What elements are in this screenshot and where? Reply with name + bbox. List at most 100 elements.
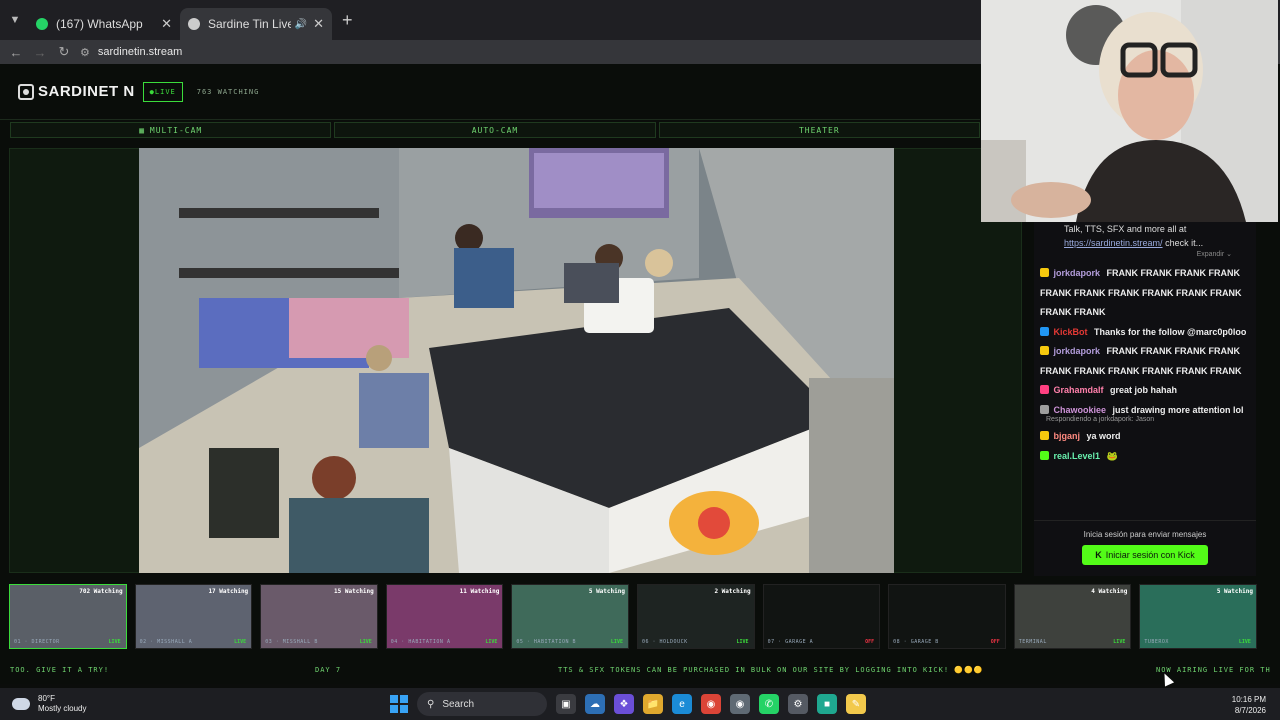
camera-thumbnail[interactable]: 4 Watching TERMINAL LIVE [1013, 584, 1132, 649]
close-tab-icon[interactable]: ✕ [161, 16, 172, 32]
badge-icon [1040, 450, 1049, 460]
main-video-feed[interactable] [139, 148, 894, 573]
tab-search-icon[interactable]: ▼ [2, 7, 28, 33]
weather-widget[interactable]: 80°F Mostly cloudy [8, 694, 87, 714]
camera-thumbnail[interactable]: 5 Watching 05 · HABITATION B LIVE [511, 584, 629, 649]
chat-text: Thanks for the follow @marc0p0loo [1094, 326, 1247, 337]
thumbnail-status: LIVE [736, 639, 749, 645]
kitchen-scene-image [139, 148, 894, 573]
site-settings-icon[interactable]: ⚙ [80, 46, 90, 59]
ticker-middle: TTS & SFX TOKENS CAN BE PURCHASED IN BUL… [558, 666, 984, 674]
subscriber-badge-icon [1040, 431, 1049, 440]
camera-thumbnail[interactable]: 07 · GARAGE A OFF [762, 584, 881, 649]
theater-button[interactable]: THEATER [658, 122, 980, 138]
chrome-profile-icon[interactable]: ◉ [730, 694, 750, 714]
chat-username[interactable]: Chawookiee [1054, 405, 1107, 415]
thumbnail-name: 08 · GARAGE B [893, 639, 939, 645]
whatsapp-icon[interactable]: ✆ [759, 694, 779, 714]
settings-gear-icon[interactable]: ⚙ [788, 694, 808, 714]
file-explorer-icon[interactable]: 📁 [643, 694, 663, 714]
chat-message: jorkdapork FRANK FRANK FRANK FRANK FRANK… [1034, 264, 1256, 323]
sardine-favicon-icon [188, 18, 200, 30]
thumbnail-status: LIVE [1113, 639, 1126, 645]
tab-whatsapp[interactable]: (167) WhatsApp ✕ [28, 8, 180, 40]
whatsapp-favicon-icon [36, 18, 48, 30]
ticker-left: TOO. GIVE IT A TRY! [10, 666, 110, 674]
close-tab-icon[interactable]: ✕ [313, 16, 324, 32]
url-field[interactable]: ⚙ sardinetin.stream [80, 46, 182, 59]
thumbnail-status: LIVE [610, 639, 623, 645]
system-clock[interactable]: 10:16 PM 8/7/2026 [1232, 694, 1266, 716]
logo-icon [18, 83, 34, 100]
speaker-icon[interactable]: 🔊 [295, 19, 307, 30]
expand-button[interactable]: Expandir ⌄ [1034, 250, 1256, 258]
thumbnail-watching: 5 Watching [588, 588, 625, 595]
thumbnail-name: 07 · GARAGE A [767, 639, 814, 645]
tab-sardine-tin[interactable]: Sardine Tin Live - All Rooms 🔊 ✕ [180, 8, 332, 40]
thumbnail-watching: 2 Watching [714, 588, 751, 595]
thumbnail-name: 04 · HABITATION A [390, 639, 451, 645]
signin-kick-button[interactable]: K Iniciar sesión con Kick [1082, 545, 1208, 565]
multi-cam-button[interactable]: ▦ MULTI-CAM [10, 122, 332, 138]
thumbnail-status: LIVE [1238, 639, 1251, 645]
chat-username[interactable]: KickBot [1054, 327, 1088, 337]
chat-username[interactable]: bjganj [1054, 431, 1081, 441]
widgets-icon[interactable]: ☁ [585, 694, 605, 714]
chat-username[interactable]: Grahamdalf [1054, 385, 1104, 395]
task-view-icon[interactable]: ▣ [556, 694, 576, 714]
thumbnail-name: 06 · HOLDOUCK [641, 639, 688, 645]
pinned-message: Talk, TTS, SFX and more all at https://s… [1034, 222, 1256, 250]
new-tab-icon[interactable]: + [342, 10, 353, 31]
thumbnail-watching: 4 Watching [1091, 588, 1128, 595]
app-icon[interactable]: ■ [817, 694, 837, 714]
forward-icon[interactable]: → [28, 45, 52, 60]
taskbar-search[interactable]: ⚲ Search [417, 692, 547, 716]
chat-message: real.Level1 🐸 [1034, 447, 1256, 467]
kick-icon: K [1095, 550, 1102, 560]
thumbnail-watching: 702 Watching [79, 588, 123, 595]
camera-thumbnail[interactable]: 15 Watching 03 · MISSHALL B LIVE [260, 584, 378, 649]
pinned-text: Talk, TTS, SFX and more all at [1064, 224, 1187, 234]
camera-thumbnail[interactable]: 17 Watching 02 · MISSHALL A LIVE [134, 584, 253, 649]
chrome-icon[interactable]: ◉ [701, 694, 721, 714]
url-text: sardinetin.stream [97, 46, 183, 58]
cloudy-weather-icon [8, 694, 30, 710]
back-icon[interactable]: ← [4, 45, 28, 60]
thumbnail-name: 02 · MISSHALL A [139, 639, 193, 645]
tab-label: Sardine Tin Live - All Rooms [208, 17, 291, 31]
edge-browser-icon[interactable]: e [672, 694, 692, 714]
badge-icon [1040, 404, 1049, 414]
auto-cam-button[interactable]: AUTO-CAM [334, 122, 656, 138]
subscriber-badge-icon [1040, 346, 1049, 355]
chat-message: KickBot Thanks for the follow @marc0p0lo… [1034, 323, 1256, 343]
chat-footer: Inicia sesión para enviar mensajes K Ini… [1034, 520, 1256, 576]
signin-hint: Inicia sesión para enviar mensajes [1083, 530, 1207, 539]
sticky-notes-icon[interactable]: ✎ [846, 694, 866, 714]
weather-condition: Mostly cloudy [38, 704, 87, 713]
chat-username[interactable]: jorkdapork [1054, 268, 1101, 278]
search-icon: ⚲ [427, 698, 435, 710]
ticker-day: DAY 7 [315, 666, 342, 674]
camera-thumbnail[interactable]: 5 Watching TUBEROX LIVE [1139, 584, 1257, 649]
chat-text: 🐸 [1106, 450, 1118, 461]
taskbar: 80°F Mostly cloudy ⚲ Search ▣ ☁ ❖ 📁 e ◉ … [0, 688, 1280, 720]
reload-icon[interactable]: ↻ [52, 44, 76, 60]
chat-username[interactable]: jorkdapork [1054, 346, 1101, 356]
theater-label: THEATER [798, 125, 840, 135]
thumbnail-status: LIVE [485, 639, 498, 645]
camera-thumbnail[interactable]: 08 · GARAGE B OFF [888, 584, 1006, 649]
chat-username[interactable]: real.Level1 [1054, 451, 1101, 461]
chat-panel: Talk, TTS, SFX and more all at https://s… [1034, 222, 1256, 520]
chat-message: Grahamdalf great job hahah [1034, 381, 1256, 401]
windows-start-icon[interactable] [390, 695, 408, 713]
thumbnail-watching: 17 Watching [208, 588, 249, 595]
camera-thumbnail[interactable]: 11 Watching 04 · HABITATION A LIVE [385, 584, 504, 649]
copilot-icon[interactable]: ❖ [614, 694, 634, 714]
camera-thumbnail[interactable]: 2 Watching 06 · HOLDOUCK LIVE [636, 584, 755, 649]
chat-text: great job hahah [1110, 385, 1178, 395]
pinned-link[interactable]: https://sardinetin.stream/ [1064, 238, 1163, 248]
site-logo[interactable]: SARDINET N [18, 83, 135, 100]
camera-thumbnail[interactable]: 702 Watching 01 · DIRECTOR LIVE [9, 584, 127, 649]
camera-thumbnail-strip: 702 Watching 01 · DIRECTOR LIVE 17 Watching… [9, 584, 1257, 650]
thumbnail-status: LIVE [108, 639, 121, 645]
